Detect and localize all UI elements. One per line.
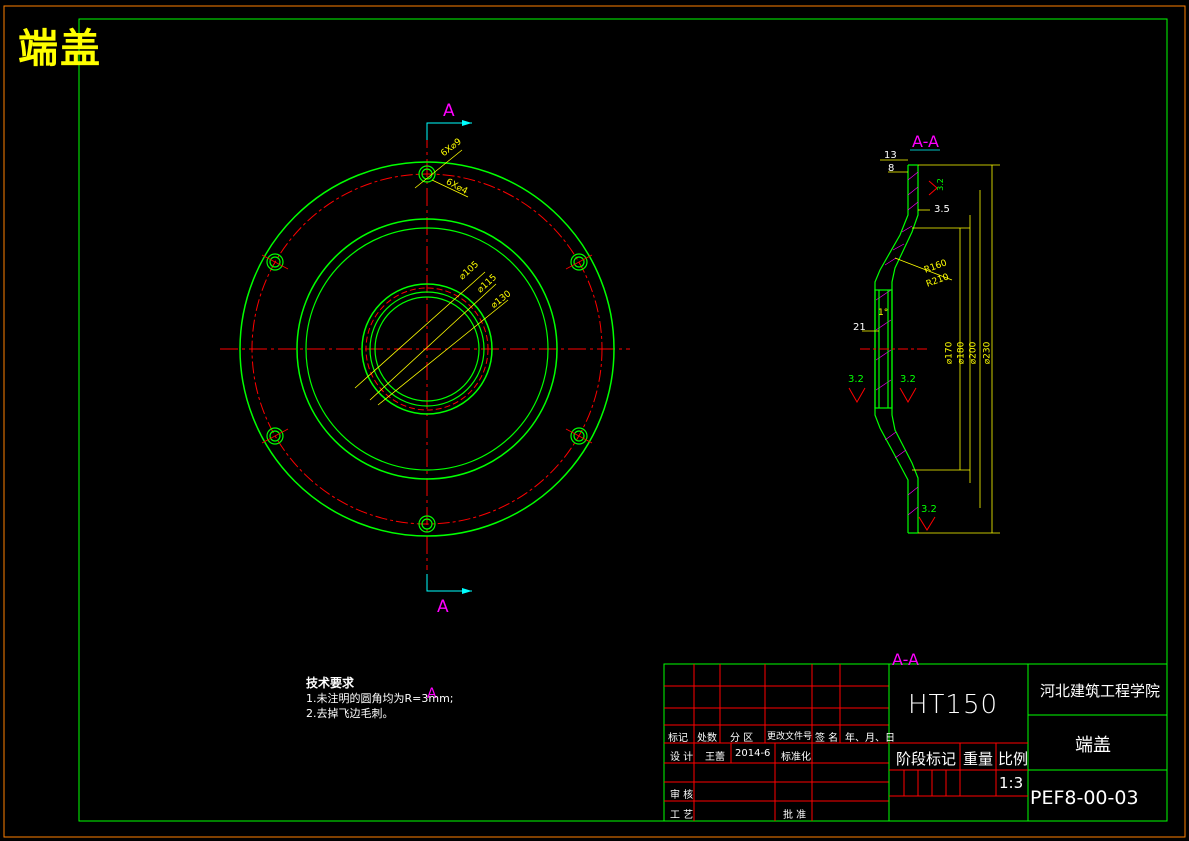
- stage-mark: 阶段标记: [896, 750, 957, 768]
- dim-13: 13: [884, 150, 897, 161]
- section-marker-top: A: [443, 101, 455, 121]
- material: HT150: [908, 690, 999, 720]
- part-name: 端盖: [1075, 735, 1111, 756]
- design-date: 2014-6: [735, 748, 771, 759]
- dim-21: 21: [853, 322, 866, 333]
- header-sign: 签 名: [815, 733, 839, 744]
- process-label: 工 艺: [670, 810, 694, 821]
- dim-d180: ⌀180: [956, 341, 967, 365]
- roughness-top: 3.2: [935, 178, 945, 191]
- approve-label: 批 准: [783, 810, 807, 821]
- school-name: 河北建筑工程学院: [1040, 682, 1161, 700]
- dim-d170: ⌀170: [944, 341, 955, 365]
- header-date: 年、月、日: [845, 733, 895, 744]
- tech-heading: 技术要求: [306, 676, 355, 690]
- standard-label: 标准化: [781, 752, 811, 763]
- tech-line-1: 1.未注明的圆角均为R=3mm;: [306, 692, 454, 705]
- roughness-mid: 3.2: [900, 374, 916, 385]
- tech-line-2: 2.去掉飞边毛刺。: [306, 707, 394, 720]
- weight-label: 重量: [963, 750, 994, 768]
- stray-section-label: A-A: [892, 650, 919, 669]
- review-label: 审 核: [670, 790, 694, 801]
- dim-d230: ⌀230: [982, 341, 993, 365]
- drawing-title: 端盖: [18, 25, 102, 72]
- scale-value: 1:3: [999, 774, 1024, 792]
- header-doc: 更改文件号: [767, 732, 813, 742]
- scale-label: 比例: [998, 750, 1029, 768]
- section-marker-bottom: A: [437, 597, 449, 617]
- dim-d200: ⌀200: [968, 341, 979, 365]
- header-mark: 标记: [668, 733, 688, 744]
- cad-drawing: [3, 5, 1186, 838]
- section-view-label: A-A: [912, 132, 939, 151]
- header-zone: 分 区: [730, 733, 754, 744]
- drawing-number: PEF8-00-03: [1030, 787, 1139, 809]
- technical-requirements: 技术要求 1.未注明的圆角均为R=3mm; 2.去掉飞边毛刺。: [306, 676, 454, 721]
- dim-angle: 1°: [878, 308, 889, 318]
- design-label: 设 计: [670, 752, 694, 763]
- designer-name: 王蕾: [705, 752, 725, 763]
- header-count: 处数: [697, 733, 717, 744]
- roughness-left: 3.2: [848, 374, 864, 385]
- dim-8: 8: [888, 163, 895, 174]
- front-view: [220, 120, 630, 594]
- roughness-bottom: 3.2: [921, 504, 937, 515]
- dim-3-5: 3.5: [934, 204, 950, 215]
